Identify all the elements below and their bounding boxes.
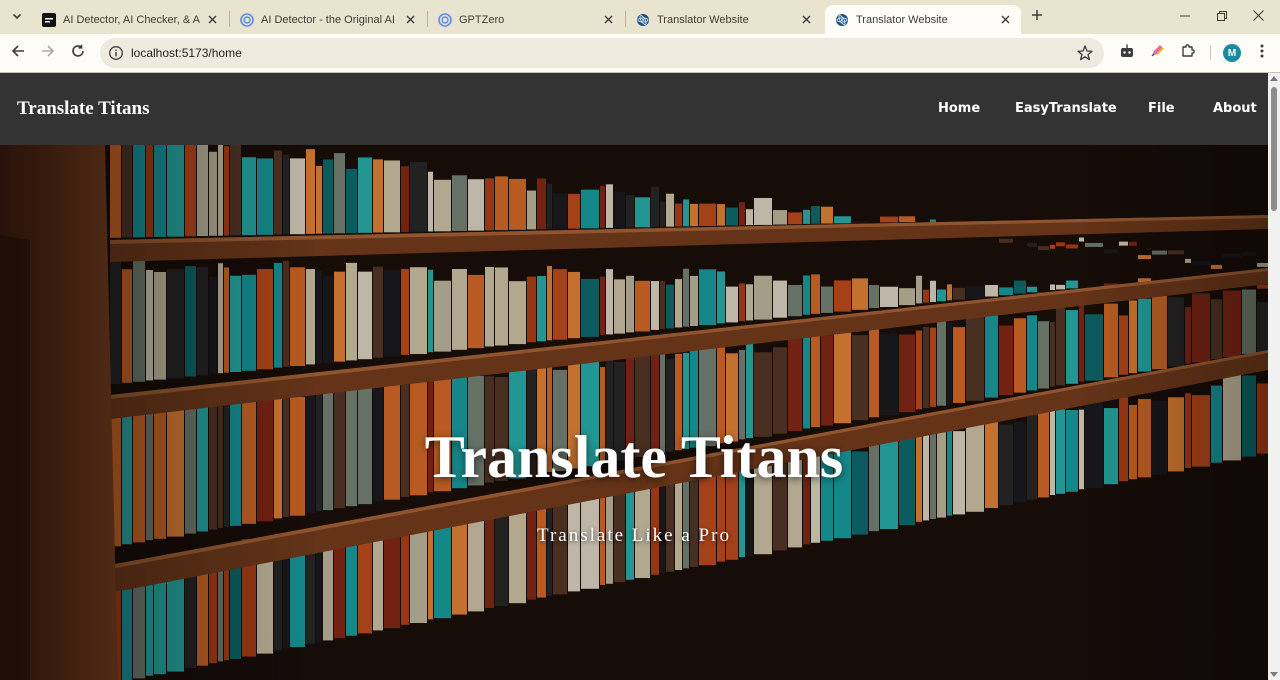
minimize-icon xyxy=(1180,8,1190,26)
browser-tab-2[interactable]: AI Detector - the Original AI Ch xyxy=(230,5,426,34)
close-icon[interactable] xyxy=(798,12,814,28)
info-icon[interactable] xyxy=(108,45,124,61)
hero-subtitle: Translate Like a Pro xyxy=(537,525,731,546)
restore-icon xyxy=(1217,8,1227,26)
scroll-up-arrow[interactable] xyxy=(1270,76,1278,81)
hero-overlay xyxy=(0,145,1268,680)
browser-toolbar: localhost:5173/home M xyxy=(0,34,1280,72)
reload-button[interactable] xyxy=(63,38,93,68)
browser-tab-1[interactable]: AI Detector, AI Checker, & AI Hu xyxy=(32,5,228,34)
new-tab-button[interactable] xyxy=(1026,6,1048,28)
tab-title: Translator Website xyxy=(856,13,948,26)
extension-button[interactable] xyxy=(1147,43,1167,63)
browser-tab-strip: AI Detector, AI Checker, & AI Hu AI Dete… xyxy=(0,0,1280,34)
close-icon[interactable] xyxy=(402,12,418,28)
gptzero-icon xyxy=(438,12,452,27)
react-icon xyxy=(835,13,849,27)
extension-button[interactable] xyxy=(1117,43,1137,63)
reload-icon xyxy=(71,44,85,63)
url-text[interactable]: localhost:5173/home xyxy=(131,46,242,60)
hero-section: Translate Titans Translate Like a Pro xyxy=(0,145,1268,680)
back-button[interactable] xyxy=(3,38,33,68)
scroll-thumb[interactable] xyxy=(1271,87,1277,211)
menu-button[interactable] xyxy=(1252,43,1272,63)
arrow-left-icon xyxy=(11,44,25,63)
address-bar[interactable]: localhost:5173/home xyxy=(100,38,1104,68)
tab-title: AI Detector, AI Checker, & AI Hu xyxy=(63,13,200,26)
forward-button[interactable] xyxy=(33,38,63,68)
browser-tab-5-active[interactable]: Translator Website xyxy=(825,5,1021,34)
profile-avatar[interactable]: M xyxy=(1223,44,1241,62)
site-navbar: Translate Titans Home EasyTranslate File… xyxy=(0,73,1268,145)
react-icon xyxy=(636,13,650,27)
puzzle-icon xyxy=(1180,43,1196,64)
close-icon[interactable] xyxy=(997,12,1013,28)
gptzero-icon xyxy=(240,12,254,27)
chevron-down-icon xyxy=(12,8,22,26)
tab-title: GPTZero xyxy=(459,13,505,26)
scroll-down-arrow[interactable] xyxy=(1270,672,1278,677)
pen-icon xyxy=(1149,43,1165,64)
extensions-button[interactable] xyxy=(1178,43,1198,63)
browser-tab-3[interactable]: GPTZero xyxy=(428,5,624,34)
hero-title: Translate Titans xyxy=(424,424,844,490)
nav-link-file[interactable]: File xyxy=(1148,101,1175,116)
bookmark-star-icon[interactable] xyxy=(1076,44,1094,62)
close-icon[interactable] xyxy=(204,12,220,28)
robot-icon xyxy=(1119,43,1135,64)
site-brand[interactable]: Translate Titans xyxy=(17,98,150,120)
close-icon xyxy=(1252,8,1264,26)
arrow-right-icon xyxy=(41,44,55,63)
more-vertical-icon xyxy=(1260,44,1264,63)
toolbar-divider xyxy=(1210,46,1211,60)
plus-icon xyxy=(1031,8,1043,26)
page-scrollbar[interactable] xyxy=(1268,73,1280,680)
close-icon[interactable] xyxy=(600,12,616,28)
nav-link-about[interactable]: About xyxy=(1213,101,1257,116)
tab-title: Translator Website xyxy=(657,13,749,26)
zerogpt-icon xyxy=(42,12,56,27)
nav-link-home[interactable]: Home xyxy=(938,101,980,116)
tab-search-button[interactable] xyxy=(6,6,28,28)
browser-tab-4[interactable]: Translator Website xyxy=(626,5,822,34)
nav-link-easytranslate[interactable]: EasyTranslate xyxy=(1015,101,1117,116)
window-close-button[interactable] xyxy=(1236,0,1280,34)
page-viewport: Translate Titans Home EasyTranslate File… xyxy=(0,73,1268,680)
tab-title: AI Detector - the Original AI Ch xyxy=(261,13,398,26)
